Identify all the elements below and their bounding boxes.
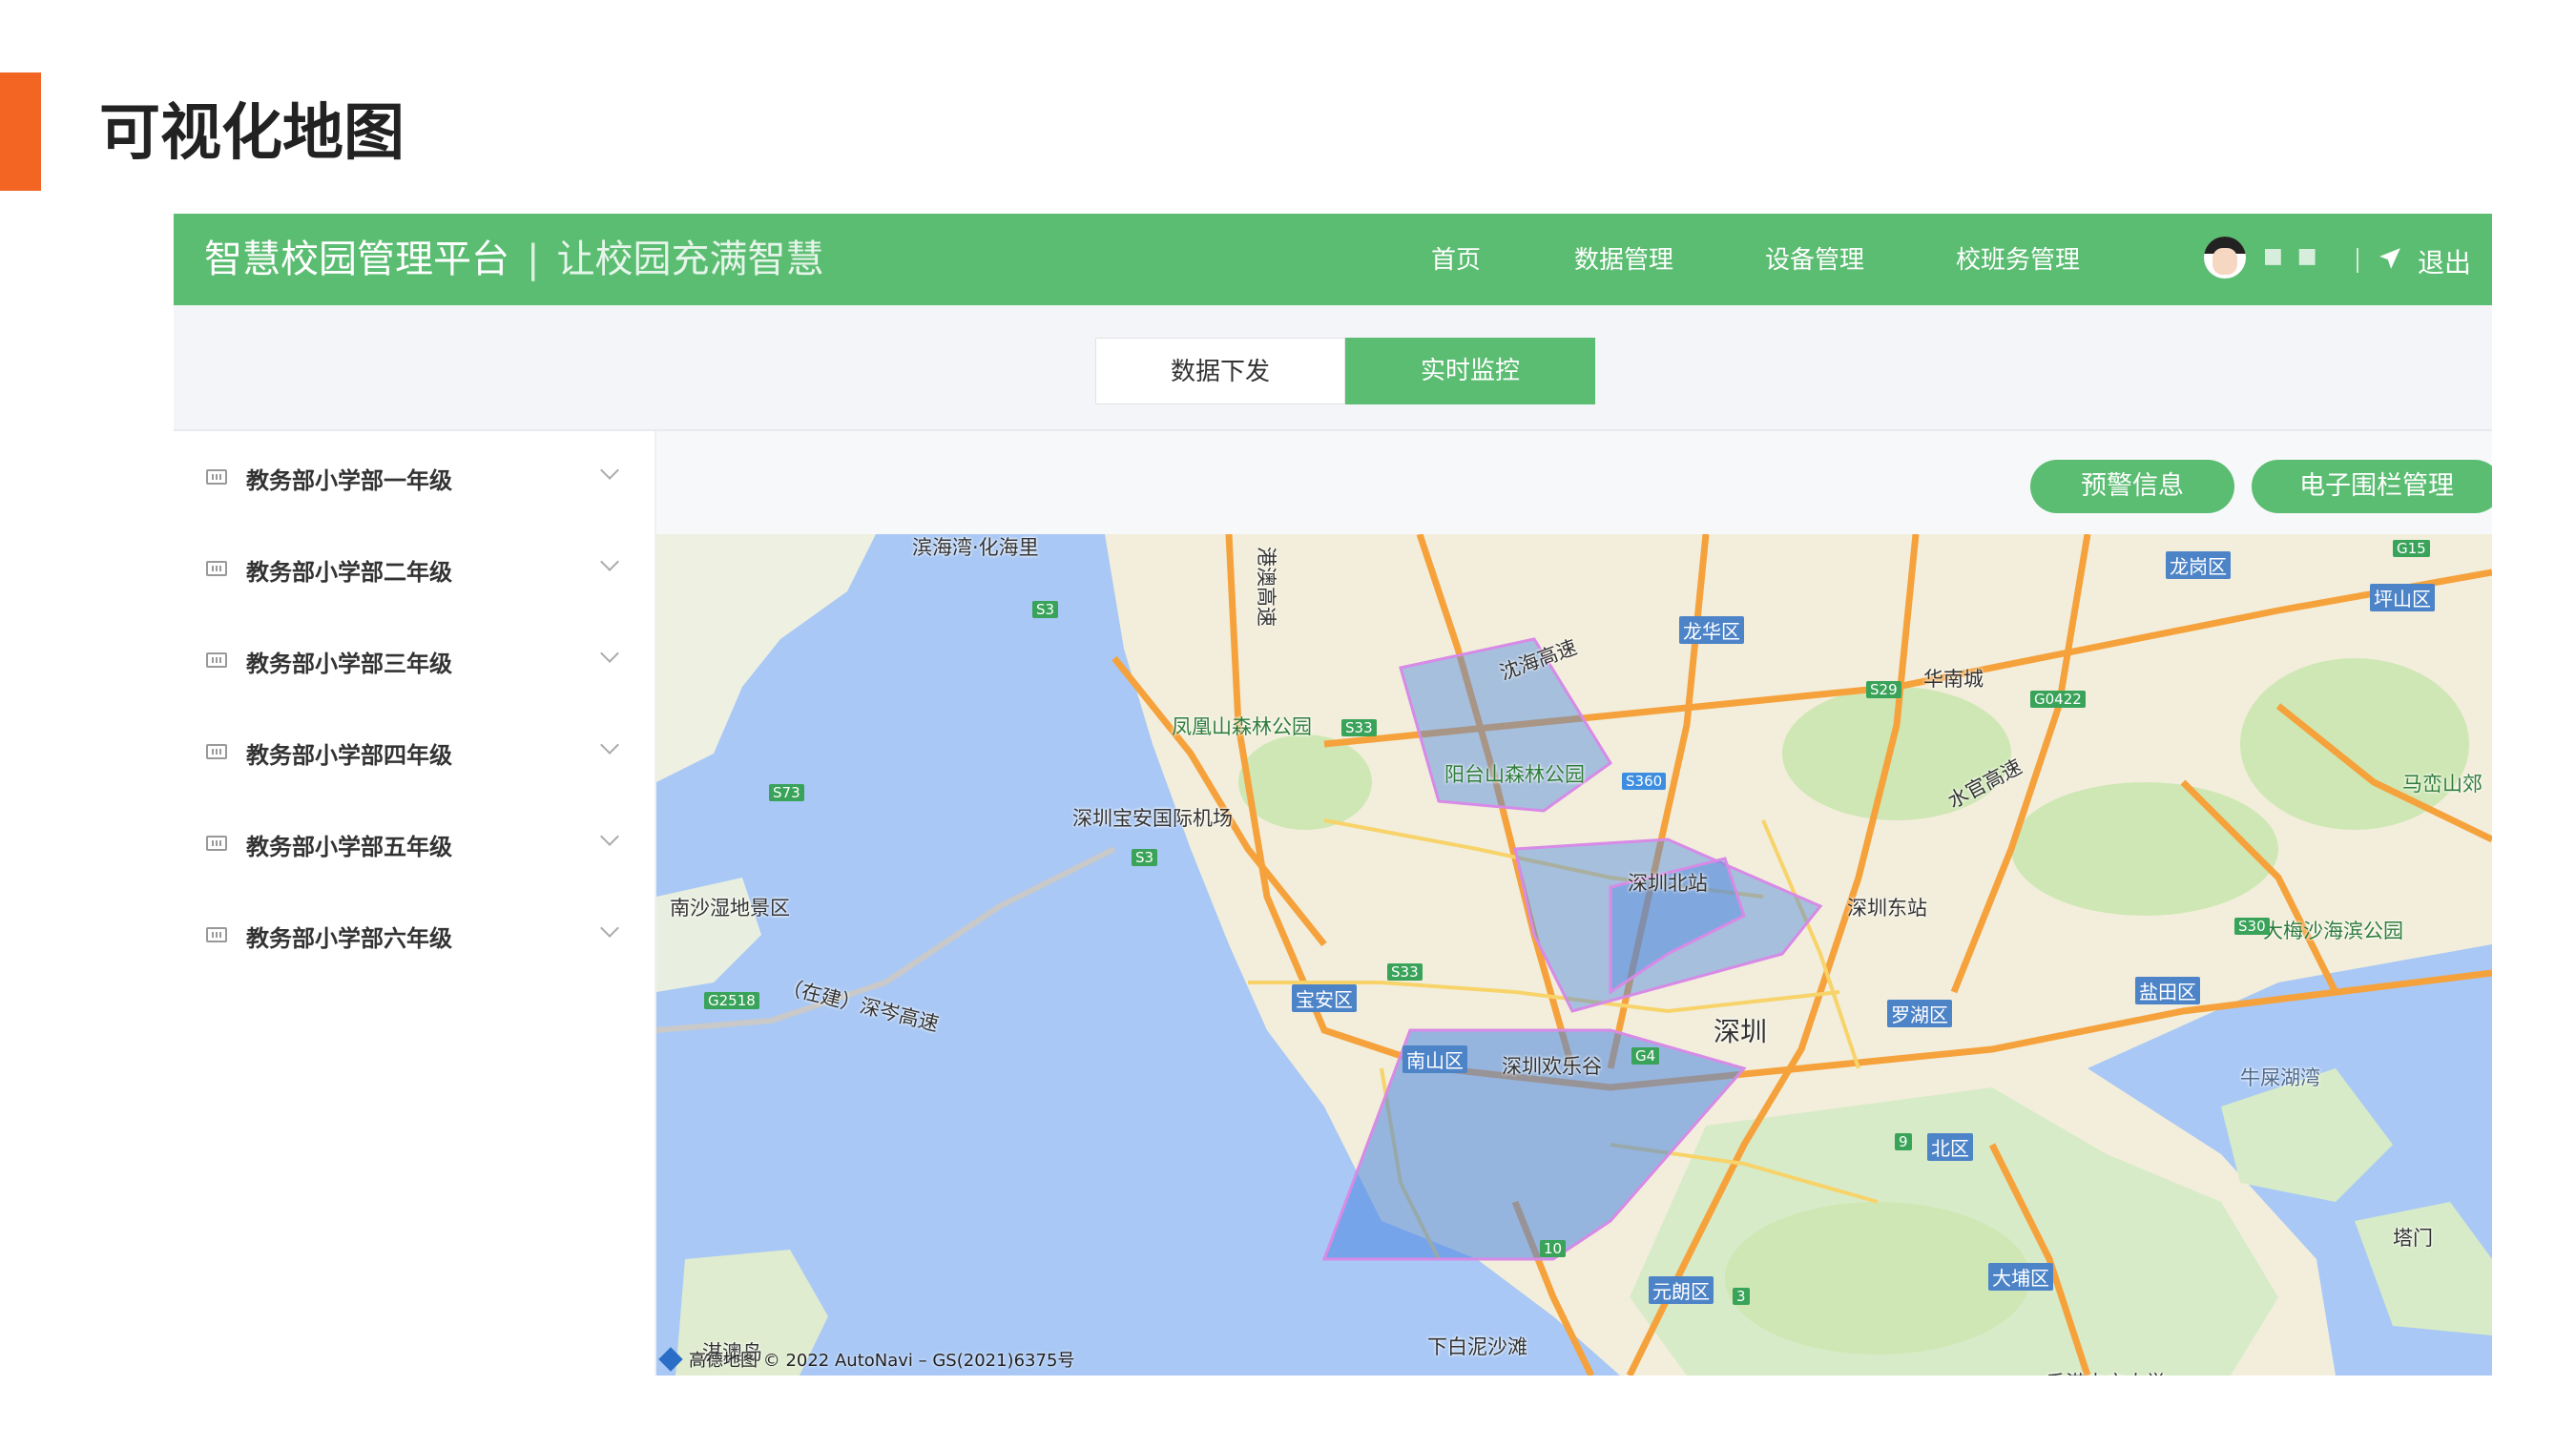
district-label-nanshan: 南山区 bbox=[1402, 1045, 1467, 1073]
class-icon bbox=[206, 469, 227, 485]
district-label-longhua: 龙华区 bbox=[1679, 616, 1744, 644]
district-label-baoan: 宝安区 bbox=[1292, 984, 1357, 1012]
map-label-tamen: 塔门 bbox=[2393, 1227, 2433, 1250]
district-label-luohu: 罗湖区 bbox=[1887, 1000, 1952, 1027]
map-label-airport: 深圳宝安国际机场 bbox=[1072, 807, 1233, 830]
warning-info-button[interactable]: 预警信息 bbox=[2030, 460, 2234, 513]
sidebar-item-grade-5[interactable]: 教务部小学部五年级 bbox=[174, 797, 654, 889]
nav-home[interactable]: 首页 bbox=[1431, 244, 1481, 277]
sidebar-item-label: 教务部小学部一年级 bbox=[246, 467, 452, 494]
map-label-binhaiwan: 滨海湾·化海里 bbox=[912, 536, 1039, 559]
map-label-shenzhendong: 深圳东站 bbox=[1847, 897, 1927, 920]
district-label-dapu: 大埔区 bbox=[1988, 1263, 2053, 1291]
road-shield: S73 bbox=[769, 784, 804, 801]
map-label-yangtaishan: 阳台山森林公园 bbox=[1444, 763, 1585, 786]
sidebar-item-label: 教务部小学部六年级 bbox=[246, 925, 452, 952]
map-label-fenghuangshan: 凤凰山森林公园 bbox=[1172, 715, 1312, 738]
main-content: 预警信息 电子围栏管理 滨海湾·化海里 凤凰山森林公园 阳台山森林公园 深圳宝安… bbox=[656, 431, 2492, 1376]
road-shield: S29 bbox=[1866, 681, 1901, 698]
sidebar-item-grade-1[interactable]: 教务部小学部一年级 bbox=[174, 431, 654, 523]
sidebar-item-grade-3[interactable]: 教务部小学部三年级 bbox=[174, 614, 654, 706]
road-shield: S360 bbox=[1622, 773, 1667, 790]
map-attribution: 高德地图 © 2022 AutoNavi – GS(2021)6375号 bbox=[658, 1347, 1074, 1372]
chevron-down-icon[interactable] bbox=[600, 827, 619, 846]
map-label-huanancheng: 华南城 bbox=[1923, 668, 1984, 691]
road-shield: 9 bbox=[1895, 1133, 1912, 1150]
app-window: 智慧校园管理平台 | 让校园充满智慧 首页 数据管理 设备管理 校班务管理 ■ ■ … bbox=[174, 214, 2492, 1376]
geofence-management-button[interactable]: 电子围栏管理 bbox=[2252, 460, 2492, 513]
district-label-longgang: 龙岗区 bbox=[2166, 551, 2231, 579]
road-shield: G4 bbox=[1631, 1047, 1660, 1065]
map-label-shenzhenbei: 深圳北站 bbox=[1628, 872, 1708, 895]
district-label-yuanlang: 元朗区 bbox=[1649, 1276, 1714, 1304]
brand-slogan: 让校园充满智慧 bbox=[556, 238, 824, 281]
map-label-happyvalley: 深圳欢乐谷 bbox=[1502, 1055, 1602, 1078]
map-label-niuweihai: 牛屎湖湾 bbox=[2240, 1066, 2320, 1089]
header-divider bbox=[2357, 248, 2358, 273]
district-label-beiqu: 北区 bbox=[1927, 1133, 1973, 1161]
slide-title: 可视化地图 bbox=[99, 98, 405, 169]
sidebar: 教务部小学部一年级 教务部小学部二年级 教务部小学部三年级 教务部小学部四年级 … bbox=[174, 431, 656, 1376]
map-label-masanshan: 马峦山郊 bbox=[2402, 773, 2483, 796]
park-area bbox=[2240, 658, 2469, 830]
road-shield: S3 bbox=[1132, 849, 1158, 866]
road-shield: S3 bbox=[1032, 601, 1059, 618]
class-icon bbox=[206, 927, 227, 942]
chevron-down-icon[interactable] bbox=[600, 552, 619, 571]
road-shield: S33 bbox=[1387, 963, 1423, 981]
map-label-dameisha: 大梅沙海滨公园 bbox=[2263, 920, 2403, 942]
west-coast-land bbox=[656, 534, 876, 782]
road-shield: G0422 bbox=[2030, 691, 2086, 708]
road-shield: S33 bbox=[1341, 719, 1377, 736]
brand: 智慧校园管理平台 | 让校园充满智慧 bbox=[204, 235, 823, 284]
tab-realtime-monitor[interactable]: 实时监控 bbox=[1345, 338, 1595, 404]
chevron-down-icon[interactable] bbox=[600, 461, 619, 480]
class-icon bbox=[206, 744, 227, 759]
username: ■ ■ bbox=[2263, 244, 2321, 268]
park-area bbox=[1725, 1202, 2030, 1355]
sidebar-item-grade-6[interactable]: 教务部小学部六年级 bbox=[174, 889, 654, 981]
road-shield: 3 bbox=[1733, 1288, 1750, 1305]
road-shield: 10 bbox=[1540, 1240, 1567, 1257]
class-icon bbox=[206, 652, 227, 668]
map-view[interactable]: 滨海湾·化海里 凤凰山森林公园 阳台山森林公园 深圳宝安国际机场 南沙湿地景区 … bbox=[656, 534, 2492, 1376]
nav-class-management[interactable]: 校班务管理 bbox=[1956, 244, 2080, 277]
class-icon bbox=[206, 836, 227, 851]
chevron-down-icon[interactable] bbox=[600, 644, 619, 663]
user-area: ■ ■ 退出 bbox=[2204, 235, 2490, 284]
map-label-nanshashidi: 南沙湿地景区 bbox=[670, 897, 790, 920]
park-area bbox=[1238, 734, 1372, 830]
top-header: 智慧校园管理平台 | 让校园充满智慧 首页 数据管理 设备管理 校班务管理 ■ ■ … bbox=[174, 214, 2492, 305]
brand-name: 智慧校园管理平台 bbox=[204, 238, 509, 281]
sidebar-item-label: 教务部小学部二年级 bbox=[246, 559, 452, 586]
sidebar-item-label: 教务部小学部五年级 bbox=[246, 834, 452, 860]
tab-data-dispatch[interactable]: 数据下发 bbox=[1095, 338, 1345, 404]
sidebar-item-grade-4[interactable]: 教务部小学部四年级 bbox=[174, 706, 654, 797]
sidebar-item-grade-2[interactable]: 教务部小学部二年级 bbox=[174, 523, 654, 614]
chevron-down-icon[interactable] bbox=[600, 919, 619, 938]
brand-separator: | bbox=[527, 238, 540, 281]
road-shield: G2518 bbox=[704, 992, 759, 1009]
map-label-xiabaini: 下白泥沙滩 bbox=[1427, 1335, 1527, 1358]
map-label-cuhk: 香港中文大学 bbox=[2046, 1368, 2166, 1376]
district-label-pingshan: 坪山区 bbox=[2370, 584, 2435, 611]
slide-accent-bar bbox=[0, 72, 41, 191]
class-icon bbox=[206, 561, 227, 576]
nav-data-management[interactable]: 数据管理 bbox=[1574, 244, 1673, 277]
logout-button[interactable]: 退出 bbox=[2418, 242, 2471, 280]
sidebar-item-label: 教务部小学部三年级 bbox=[246, 651, 452, 677]
map-label-ganghao: 港澳高速 bbox=[1255, 547, 1278, 627]
park-area bbox=[2011, 782, 2278, 916]
chevron-down-icon[interactable] bbox=[600, 735, 619, 755]
tab-bar: 数据下发 实时监控 bbox=[174, 305, 2492, 431]
road-shield: G15 bbox=[2393, 540, 2430, 557]
district-label-yantian: 盐田区 bbox=[2135, 977, 2200, 1004]
sidebar-item-label: 教务部小学部四年级 bbox=[246, 742, 452, 769]
map-provider-logo-icon bbox=[658, 1347, 683, 1372]
road-shield: S30 bbox=[2234, 918, 2270, 935]
map-label-shenzhen: 深圳 bbox=[1714, 1016, 1768, 1047]
avatar[interactable] bbox=[2204, 237, 2246, 279]
nav-device-management[interactable]: 设备管理 bbox=[1765, 244, 1864, 277]
send-icon[interactable] bbox=[2378, 246, 2402, 271]
